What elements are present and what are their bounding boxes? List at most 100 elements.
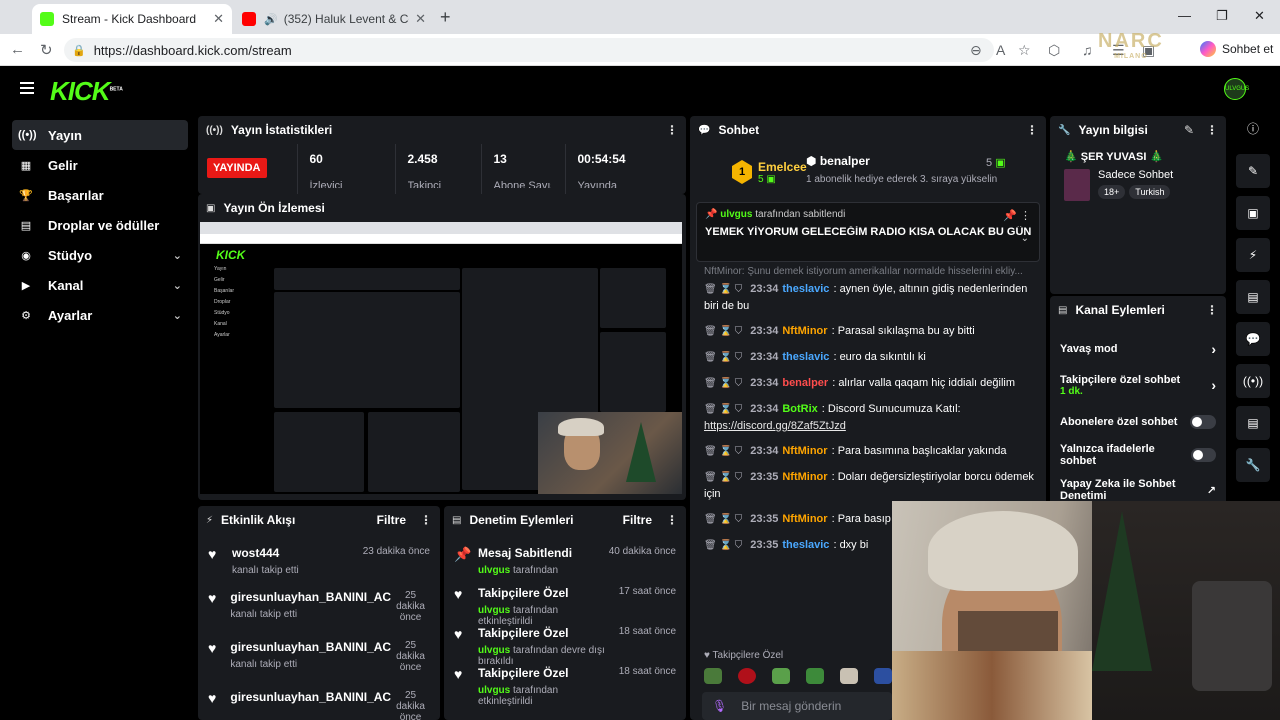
tag[interactable]: Turkish (1129, 185, 1171, 199)
top-bar: KICKBETA ULVGUS (0, 66, 1280, 112)
list-item[interactable]: ♥ Takipçilere Özel ulvgus tarafından devre… (444, 620, 686, 667)
new-tab-button[interactable]: + (440, 7, 451, 28)
panel-title: Sohbet (718, 123, 760, 137)
more-icon[interactable]: ⋮ (1206, 303, 1218, 317)
followers-only-row[interactable]: Takipçilere özel sohbet 1 dk. › (1050, 365, 1226, 405)
list-item[interactable]: 📌 Mesaj Sabitlendi ulvgus tarafından 40 dak… (444, 540, 686, 576)
mod-tools-icon[interactable]: 🗑 ⌛ ⛉ (704, 378, 742, 389)
mod-tools-icon[interactable]: 🗑 ⌛ ⛉ (704, 284, 742, 295)
unpin-icon[interactable]: 📌 ⋮ (1003, 209, 1031, 222)
emote[interactable] (704, 668, 722, 684)
list-item[interactable]: ♥ giresunluayhan_BANINI_AC 25 dakika önce (198, 684, 440, 720)
gifter-name[interactable]: ⬢ benalper (806, 154, 870, 168)
edit-icon[interactable]: ✎ (1184, 123, 1194, 137)
top-gifter-name[interactable]: Emelcee (758, 160, 807, 174)
zoom-icon[interactable]: ⊖ (970, 42, 982, 59)
chat-message[interactable]: 🗑 ⌛ ⛉ 23:34 theslavic: aynen öyle, altının… (690, 281, 1046, 314)
channel-avatar[interactable]: ULVGUS (1224, 78, 1249, 100)
close-tab-icon[interactable]: ✕ (415, 11, 426, 27)
emotes-only-toggle[interactable] (1190, 447, 1216, 462)
emote[interactable] (806, 668, 824, 684)
chat-message[interactable]: 🗑 ⌛ ⛉ 23:35 NftMinor: Doları değersizleşti… (690, 469, 1046, 502)
preview-icon[interactable]: ▣ (1236, 196, 1270, 230)
mod-tools-icon[interactable]: 🗑 ⌛ ⛉ (704, 472, 742, 483)
sidebar-item-yayin[interactable]: ((•)) Yayın (12, 120, 188, 150)
sidebar-item-basarilar[interactable]: 🏆 Başarılar (12, 180, 188, 210)
mod-tools-icon[interactable]: 🗑 ⌛ ⛉ (704, 540, 742, 551)
actions-icon[interactable]: ▤ (1236, 406, 1270, 440)
sidebar-item-studyo[interactable]: ◉ Stüdyo ⌄ (12, 240, 188, 270)
activity-feed-panel: ⚡ Etkinlik Akışı Filtre ⋮ ♥ wost444 kanalı ta… (198, 506, 440, 720)
broadcast-icon[interactable]: ((•)) (1236, 364, 1270, 398)
edit-icon[interactable]: ✎ (1236, 154, 1270, 188)
tag[interactable]: 18+ (1098, 185, 1126, 199)
list-item[interactable]: ♥ Takipçilere Özel ulvgus tarafından etkin… (444, 580, 686, 627)
category-name[interactable]: Sadece Sohbet (1098, 169, 1173, 181)
more-icon[interactable]: ⋮ (1206, 123, 1218, 137)
chat-message[interactable]: 🗑 ⌛ ⛉ 23:34 NftMinor: Para basımına başlıc… (690, 443, 1046, 460)
chat-bubble-icon[interactable]: 💬 (1236, 322, 1270, 356)
sidebar-item-droplar[interactable]: ▤ Droplar ve ödüller (12, 210, 188, 240)
slow-mode-row[interactable]: Yavaş mod › (1050, 332, 1226, 365)
menu-icon[interactable] (20, 82, 34, 97)
pinned-message[interactable]: 📌 ulvgus tarafından sabitlendi YEMEK YİY… (696, 202, 1040, 262)
speaker-icon[interactable]: 🔊 (264, 13, 278, 26)
document-icon[interactable]: ▤ (1236, 280, 1270, 314)
info-icon[interactable]: ⓘ (1236, 112, 1270, 146)
browser-tab-youtube[interactable]: 🔊 (352) Haluk Levent & Cem Ad ✕ (234, 4, 434, 34)
mod-tools-icon[interactable]: 🗑 ⌛ ⛉ (704, 446, 742, 457)
sidebar-item-ayarlar[interactable]: ⚙ Ayarlar ⌄ (12, 300, 188, 330)
close-window-icon[interactable]: ✕ (1254, 8, 1265, 24)
media-icon[interactable]: ♫ (1082, 42, 1093, 58)
more-icon[interactable]: ⋮ (420, 513, 432, 527)
filter-button[interactable]: Filtre (377, 513, 406, 527)
stream-preview-video[interactable]: KICK Yayın Gelir Başarılar Droplar Stüdyo Kan… (200, 222, 682, 494)
list-item[interactable]: ♥ giresunluayhan_BANINI_AC kanalı takip et… (198, 584, 440, 628)
more-icon[interactable]: ⋮ (1026, 123, 1038, 137)
more-icon[interactable]: ⋮ (666, 123, 678, 137)
reply-preview: NftMinor: Şunu demek istiyorum amerikalı… (704, 266, 1023, 277)
sidebar-item-kanal[interactable]: ▶ Kanal ⌄ (12, 270, 188, 300)
maximize-icon[interactable]: ❐ (1216, 8, 1228, 24)
microphone-icon[interactable]: 🎙 (712, 699, 727, 713)
back-icon[interactable]: ← (10, 41, 25, 58)
list-item[interactable]: ♥ giresunluayhan_BANINI_AC kanalı takip et… (198, 634, 440, 678)
heart-icon: ♥ (208, 690, 217, 706)
more-icon[interactable]: ⋮ (666, 513, 678, 527)
chevron-down-icon[interactable]: ⌄ (1021, 233, 1029, 244)
list-item[interactable]: ♥ Takipçilere Özel ulvgus tarafından etkin… (444, 660, 686, 707)
emote[interactable] (738, 668, 756, 684)
actions-icon: ▤ (1058, 304, 1068, 316)
favorite-star-icon[interactable]: ☆ (1018, 42, 1031, 59)
read-aloud-icon[interactable]: A (996, 42, 1005, 58)
mod-tools-icon[interactable]: 🗑 ⌛ ⛉ (704, 352, 742, 363)
chat-message-input[interactable]: 🎙 Bir mesaj gönderin (702, 692, 892, 720)
close-tab-icon[interactable]: ✕ (213, 11, 224, 27)
mod-tools-icon[interactable]: 🗑 ⌛ ⛉ (704, 404, 742, 415)
category-thumbnail[interactable] (1064, 169, 1090, 201)
kick-logo[interactable]: KICKBETA (50, 76, 123, 107)
emote[interactable] (772, 668, 790, 684)
chat-message[interactable]: 🗑 ⌛ ⛉ 23:34 BotRix: Discord Sunucumuza Kat… (690, 401, 1046, 434)
sidebar-item-gelir[interactable]: ▦ Gelir (12, 150, 188, 180)
copilot-button[interactable]: Sohbet et (1200, 41, 1273, 57)
chat-message[interactable]: 🗑 ⌛ ⛉ 23:34 theslavic: euro da sıkıntılı k… (690, 349, 1046, 366)
reload-icon[interactable]: ↻ (40, 41, 53, 59)
url-input[interactable]: 🔒 https://dashboard.kick.com/stream (64, 38, 994, 62)
chat-message[interactable]: 🗑 ⌛ ⛉ 23:34 NftMinor: Parasal sıkılaşma bu… (690, 323, 1046, 340)
lightning-icon[interactable]: ⚡ (1236, 238, 1270, 272)
gift-icon: ▣ (995, 157, 1006, 169)
list-item[interactable]: ♥ wost444 kanalı takip etti 23 dakika önce (198, 540, 440, 578)
extensions-icon[interactable]: ⬡ (1048, 42, 1060, 59)
chat-message[interactable]: 🗑 ⌛ ⛉ 23:34 benalper: alırlar valla qaqam … (690, 375, 1046, 392)
mod-tools-icon[interactable]: 🗑 ⌛ ⛉ (704, 326, 742, 337)
subscribers-only-toggle[interactable] (1190, 414, 1216, 429)
browser-tab-kick[interactable]: Stream - Kick Dashboard ✕ (32, 4, 232, 34)
emote[interactable] (840, 668, 858, 684)
emote[interactable] (874, 668, 892, 684)
discord-link[interactable]: https://discord.gg/8Zaf5ZtJzd (704, 420, 846, 432)
filter-button[interactable]: Filtre (623, 513, 652, 527)
minimize-icon[interactable]: — (1178, 8, 1191, 23)
mod-tools-icon[interactable]: 🗑 ⌛ ⛉ (704, 514, 742, 525)
wrench-icon[interactable]: 🔧 (1236, 448, 1270, 482)
